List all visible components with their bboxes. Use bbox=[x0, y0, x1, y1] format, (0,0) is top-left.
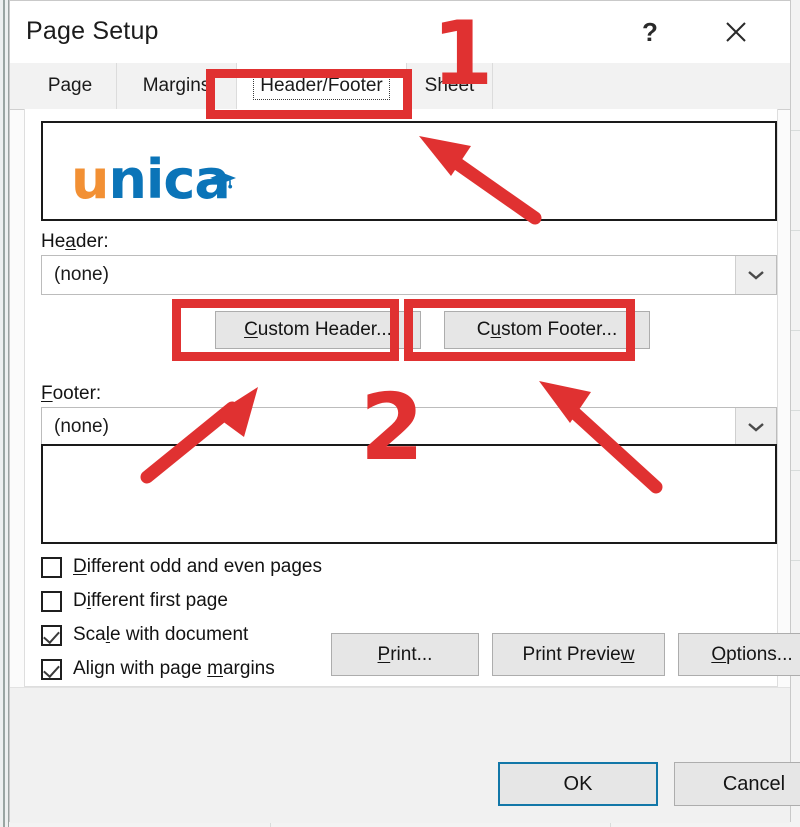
tab-strip: Page Margins Header/Footer Sheet bbox=[10, 63, 790, 110]
checkbox-scale-with-document[interactable]: Scale with document bbox=[41, 624, 248, 646]
checkbox-label: Scale with document bbox=[73, 624, 249, 645]
chevron-down-icon[interactable] bbox=[735, 408, 776, 446]
checkbox-different-odd-even[interactable]: Different odd and even pages bbox=[41, 556, 322, 578]
worksheet-left-rule bbox=[3, 0, 5, 827]
close-icon[interactable] bbox=[708, 11, 764, 53]
checkbox-align-with-page-margins[interactable]: Align with page margins bbox=[41, 658, 275, 680]
print-button[interactable]: Print... bbox=[331, 633, 479, 676]
header-preview-box: unica bbox=[41, 121, 777, 221]
checkbox-box[interactable] bbox=[41, 658, 62, 680]
footer-label: Footer: bbox=[41, 383, 102, 404]
cancel-button[interactable]: Cancel bbox=[674, 762, 800, 806]
page-setup-dialog: Page Setup ? Page Margins Header/Footer … bbox=[9, 0, 800, 823]
custom-header-button[interactable]: Custom Header... bbox=[215, 311, 421, 349]
checkbox-box[interactable] bbox=[41, 624, 62, 646]
dialog-title: Page Setup bbox=[26, 17, 159, 45]
tab-strip-filler bbox=[493, 63, 777, 109]
tab-header-footer-label: Header/Footer bbox=[253, 71, 390, 100]
tab-page-label: Page bbox=[47, 75, 93, 96]
footer-select[interactable]: (none) bbox=[41, 407, 777, 447]
print-preview-button[interactable]: Print Previe w bbox=[492, 633, 665, 676]
checkbox-box[interactable] bbox=[41, 556, 62, 578]
options-button[interactable]: Options... bbox=[678, 633, 800, 676]
checkbox-box[interactable] bbox=[41, 590, 62, 612]
ok-button[interactable]: OK bbox=[498, 762, 658, 806]
tab-margins[interactable]: Margins bbox=[117, 63, 237, 109]
footer-preview-box bbox=[41, 444, 777, 544]
graduation-cap-icon bbox=[210, 173, 236, 189]
help-icon[interactable]: ? bbox=[622, 11, 678, 53]
tab-sheet[interactable]: Sheet bbox=[407, 63, 493, 109]
logo-letter-u: u bbox=[71, 148, 109, 211]
dialog-footer-bar: OK Cancel bbox=[10, 687, 800, 823]
custom-footer-button[interactable]: Cu stom Footer... bbox=[444, 311, 650, 349]
dialog-titlebar: Page Setup ? bbox=[10, 1, 790, 63]
checkbox-label: Different first page bbox=[73, 590, 228, 611]
tab-sheet-label: Sheet bbox=[424, 75, 475, 96]
tab-header-footer[interactable]: Header/Footer bbox=[237, 63, 407, 109]
checkbox-label: Different odd and even pages bbox=[73, 556, 322, 577]
header-select-value: (none) bbox=[54, 264, 109, 285]
header-footer-panel: unica Header: (none) Custom Header... Cu… bbox=[24, 109, 800, 687]
chevron-down-icon[interactable] bbox=[735, 256, 776, 294]
header-label: Header: bbox=[41, 231, 109, 252]
checkbox-different-first-page[interactable]: Different first page bbox=[41, 590, 228, 612]
header-select[interactable]: (none) bbox=[41, 255, 777, 295]
unica-logo: unica bbox=[71, 153, 236, 207]
footer-select-value: (none) bbox=[54, 416, 109, 437]
tab-margins-label: Margins bbox=[142, 75, 211, 96]
tab-page[interactable]: Page bbox=[24, 63, 117, 109]
checkbox-label: Align with page margins bbox=[73, 658, 275, 679]
